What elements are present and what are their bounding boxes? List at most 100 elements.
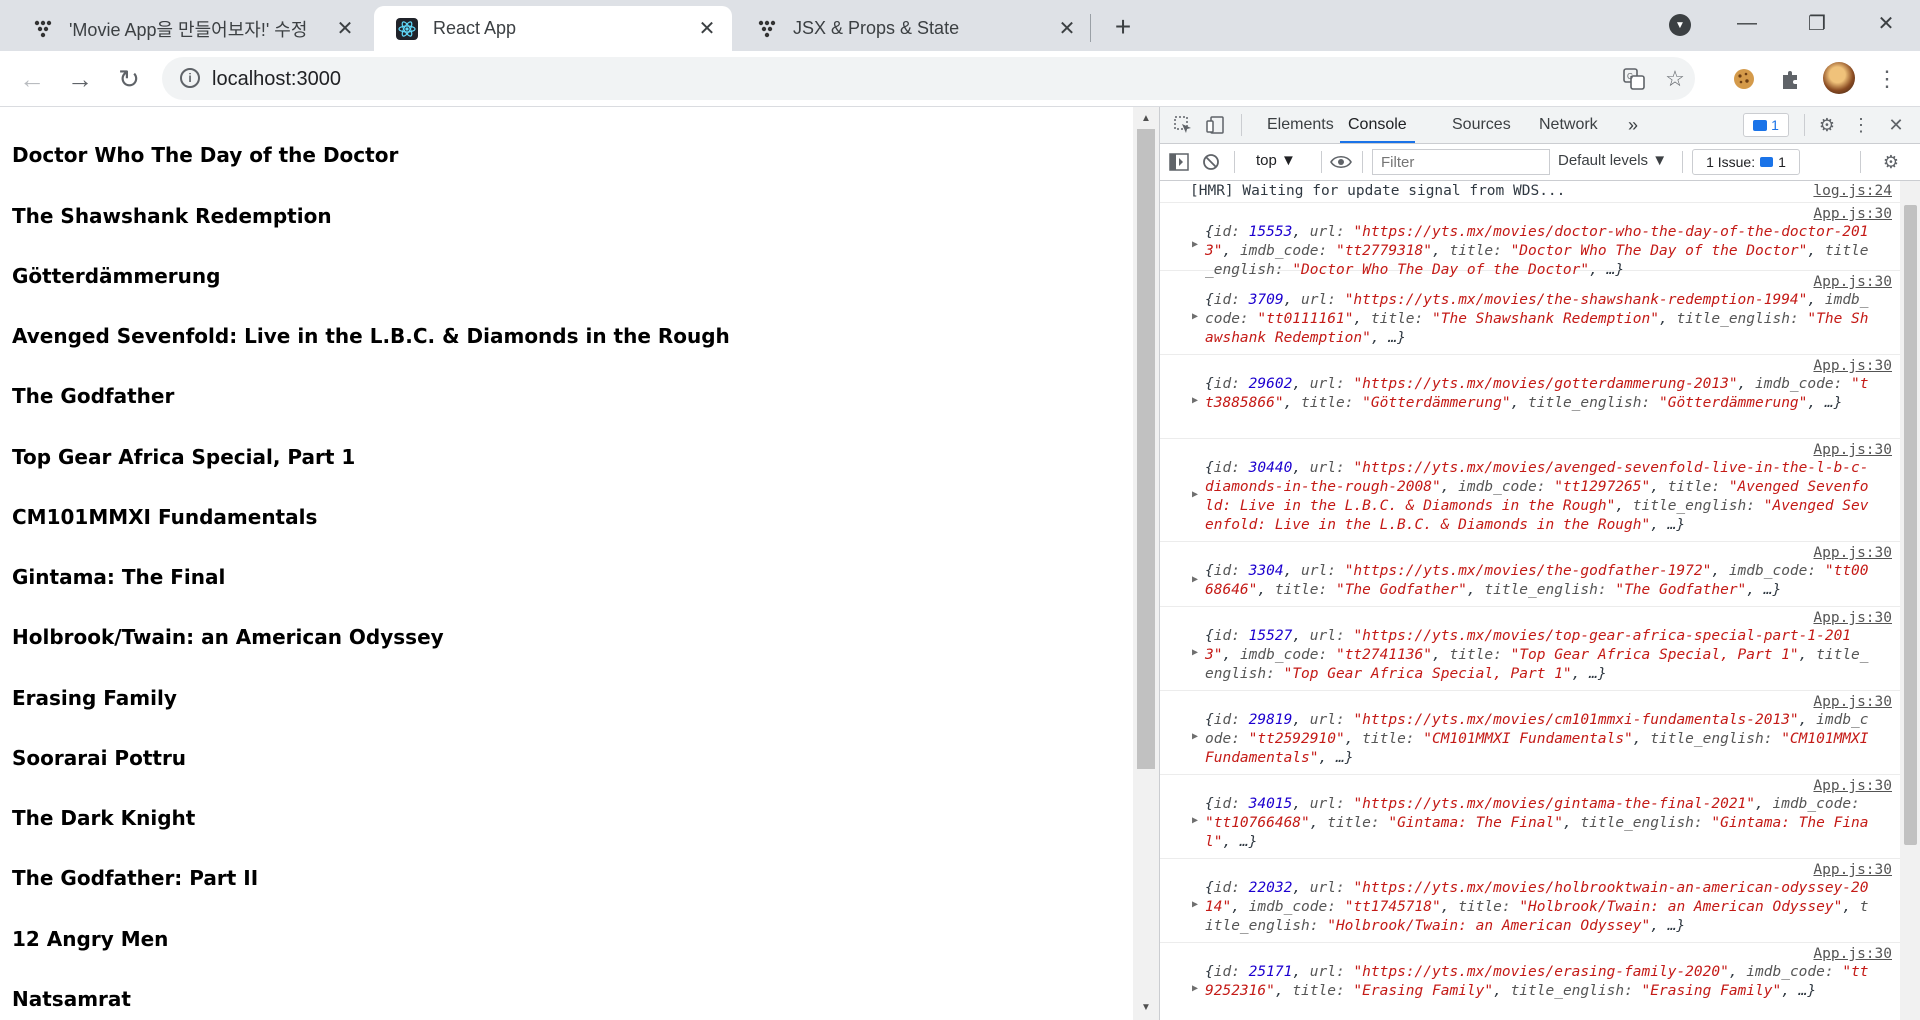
console-object-entry[interactable]: App.js:30 ▶ {id: 22032, url: "https://yt… xyxy=(1160,859,1900,943)
expand-arrow-icon[interactable]: ▶ xyxy=(1192,815,1198,826)
more-tabs-icon[interactable]: » xyxy=(1628,107,1638,143)
movie-title: Götterdämmerung xyxy=(12,264,221,288)
source-link[interactable]: App.js:30 xyxy=(1813,274,1892,290)
source-link[interactable]: App.js:30 xyxy=(1813,206,1892,222)
movie-title: Natsamrat xyxy=(12,987,131,1011)
site-info-icon[interactable]: i xyxy=(180,68,200,88)
kebab-menu-icon[interactable]: ⋮ xyxy=(1850,114,1872,136)
expand-arrow-icon[interactable]: ▶ xyxy=(1192,983,1198,994)
divider xyxy=(1362,151,1363,173)
device-toolbar-icon[interactable] xyxy=(1204,114,1226,136)
source-link[interactable]: App.js:30 xyxy=(1813,442,1892,458)
reload-icon[interactable]: ↻ xyxy=(113,63,145,95)
kebab-menu-icon[interactable]: ⋮ xyxy=(1873,65,1901,93)
expand-arrow-icon[interactable]: ▶ xyxy=(1192,647,1198,658)
scroll-down-icon[interactable]: ▼ xyxy=(1141,1002,1151,1013)
bookmark-star-icon[interactable]: ☆ xyxy=(1663,66,1687,91)
cookie-extension-icon[interactable] xyxy=(1730,65,1758,93)
source-link[interactable]: log.js:24 xyxy=(1813,183,1892,199)
divider xyxy=(1682,151,1683,173)
source-link[interactable]: App.js:30 xyxy=(1813,778,1892,794)
expand-arrow-icon[interactable]: ▶ xyxy=(1192,239,1198,250)
gear-icon[interactable]: ⚙ xyxy=(1816,114,1838,136)
translate-icon[interactable]: G xyxy=(1622,67,1646,91)
expand-arrow-icon[interactable]: ▶ xyxy=(1192,311,1198,322)
source-link[interactable]: App.js:30 xyxy=(1813,946,1892,962)
movie-title: Top Gear Africa Special, Part 1 xyxy=(12,445,356,469)
movie-title: The Shawshank Redemption xyxy=(12,204,332,228)
message-icon xyxy=(1760,157,1774,167)
issues-count: 1 xyxy=(1778,154,1786,170)
tab-search-icon[interactable]: ▼ xyxy=(1669,14,1691,36)
gear-icon[interactable]: ⚙ xyxy=(1880,151,1902,173)
source-link[interactable]: App.js:30 xyxy=(1813,694,1892,710)
source-link[interactable]: App.js:30 xyxy=(1813,862,1892,878)
source-link[interactable]: App.js:30 xyxy=(1813,545,1892,561)
divider xyxy=(1321,151,1322,173)
expand-arrow-icon[interactable]: ▶ xyxy=(1192,574,1198,585)
scrollbar-thumb[interactable] xyxy=(1137,129,1155,769)
tab-elements[interactable]: Elements xyxy=(1267,107,1334,143)
scrollbar-thumb[interactable] xyxy=(1904,205,1917,845)
sidebar-toggle-icon[interactable] xyxy=(1168,151,1190,173)
scroll-up-icon[interactable]: ▲ xyxy=(1141,113,1151,124)
address-bar[interactable]: i localhost:3000 G ☆ xyxy=(162,57,1695,100)
close-icon[interactable]: ✕ xyxy=(1885,114,1907,136)
console-object-preview: {id: 30440, url: "https://yts.mx/movies/… xyxy=(1205,460,1869,533)
tab-separator xyxy=(1090,14,1091,42)
profile-avatar[interactable] xyxy=(1823,62,1855,94)
forward-icon[interactable]: → xyxy=(64,63,96,95)
source-link[interactable]: App.js:30 xyxy=(1813,610,1892,626)
address-url[interactable]: localhost:3000 xyxy=(212,68,341,91)
minimize-icon[interactable]: — xyxy=(1727,8,1767,38)
close-icon[interactable]: ✕ xyxy=(332,16,358,42)
close-icon[interactable]: ✕ xyxy=(694,16,720,42)
console-object-entry[interactable]: App.js:30 ▶ {id: 3709, url: "https://yts… xyxy=(1160,271,1900,355)
console-filter-input[interactable] xyxy=(1372,149,1550,175)
console-text: [HMR] Waiting for update signal from WDS… xyxy=(1190,183,1566,199)
expand-arrow-icon[interactable]: ▶ xyxy=(1192,899,1198,910)
back-icon[interactable]: ← xyxy=(16,63,48,95)
issues-button[interactable]: 1 Issue: 1 xyxy=(1692,149,1800,175)
extensions-puzzle-icon[interactable] xyxy=(1777,65,1805,93)
console-object-preview: {id: 29602, url: "https://yts.mx/movies/… xyxy=(1205,376,1869,411)
tab-jsx-props-state[interactable]: JSX & Props & State ✕ xyxy=(734,6,1092,51)
console-object-entry[interactable]: App.js:30 ▶ {id: 15527, url: "https://yt… xyxy=(1160,607,1900,691)
tab-network[interactable]: Network xyxy=(1539,107,1598,143)
clear-console-icon[interactable] xyxy=(1200,151,1222,173)
expand-arrow-icon[interactable]: ▶ xyxy=(1192,731,1198,742)
console-object-entry[interactable]: App.js:30 ▶ {id: 29819, url: "https://yt… xyxy=(1160,691,1900,775)
console-filter-bar: top ▼ Default levels ▼ 1 Issue: 1 ⚙ xyxy=(1160,144,1920,181)
console-object-entry[interactable]: App.js:30 ▶ {id: 15553, url: "https://yt… xyxy=(1160,203,1900,278)
console-object-entry[interactable]: App.js:30 ▶ {id: 29602, url: "https://yt… xyxy=(1160,355,1900,439)
devtools-panel: Elements Console Sources Network » 1 ⚙ ⋮… xyxy=(1159,107,1920,1020)
console-scrollbar[interactable] xyxy=(1900,181,1920,1020)
divider xyxy=(1860,151,1861,173)
tab-movie-app[interactable]: 'Movie App을 만들어보자!' 수정 ✕ xyxy=(10,6,370,51)
page-scrollbar[interactable]: ▲ ▼ xyxy=(1133,107,1159,1020)
divider xyxy=(1804,114,1805,136)
console-object-entry[interactable]: App.js:30 ▶ {id: 30440, url: "https://yt… xyxy=(1160,439,1900,542)
source-link[interactable]: App.js:30 xyxy=(1813,358,1892,374)
tab-title: 'Movie App을 만들어보자!' 수정 xyxy=(69,19,308,40)
eye-icon[interactable] xyxy=(1330,151,1352,173)
context-selector[interactable]: top ▼ xyxy=(1256,152,1296,169)
console-messages-badge[interactable]: 1 xyxy=(1743,113,1789,137)
console-object-preview: {id: 22032, url: "https://yts.mx/movies/… xyxy=(1205,880,1869,934)
restore-icon[interactable]: ❐ xyxy=(1797,8,1837,38)
tab-sources[interactable]: Sources xyxy=(1452,107,1511,143)
expand-arrow-icon[interactable]: ▶ xyxy=(1192,395,1198,406)
tab-console[interactable]: Console xyxy=(1340,107,1415,143)
console-object-entry[interactable]: App.js:30 ▶ {id: 25171, url: "https://yt… xyxy=(1160,943,1900,1020)
tab-react-app[interactable]: React App ✕ xyxy=(374,6,732,51)
log-levels-label: Default levels xyxy=(1558,152,1649,169)
console-object-entry[interactable]: App.js:30 ▶ {id: 34015, url: "https://yt… xyxy=(1160,775,1900,859)
console-object-entry[interactable]: App.js:30 ▶ {id: 3304, url: "https://yts… xyxy=(1160,542,1900,607)
expand-arrow-icon[interactable]: ▶ xyxy=(1192,489,1198,500)
new-tab-button[interactable]: + xyxy=(1108,11,1138,42)
close-icon[interactable]: ✕ xyxy=(1054,16,1080,42)
message-icon xyxy=(1753,119,1768,131)
log-levels-dropdown[interactable]: Default levels ▼ xyxy=(1558,152,1667,169)
inspect-element-icon[interactable] xyxy=(1172,114,1194,136)
window-close-icon[interactable]: ✕ xyxy=(1866,8,1906,38)
